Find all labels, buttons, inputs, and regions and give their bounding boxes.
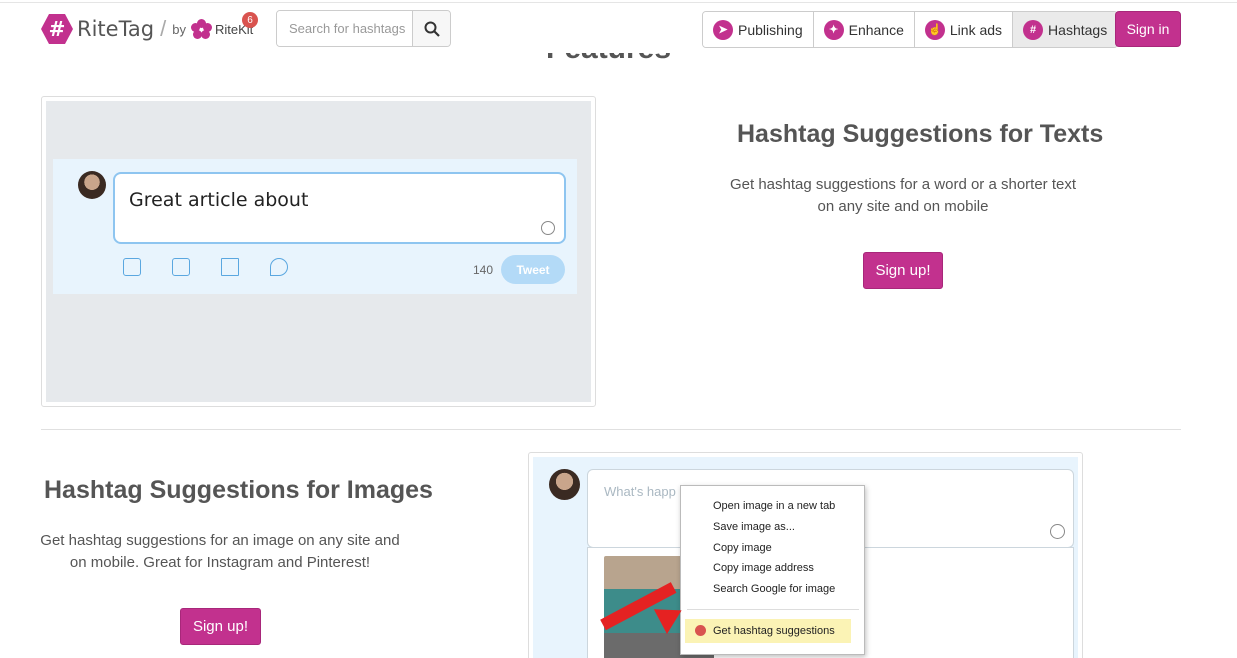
section1-signup-button[interactable]: Sign up! bbox=[863, 252, 943, 289]
context-menu: Open image in a new tab Save image as...… bbox=[680, 485, 865, 655]
hashtag-search bbox=[276, 10, 451, 47]
nav-hashtags[interactable]: # Hashtags bbox=[1013, 12, 1118, 47]
menu-copy-image-address: Copy image address bbox=[713, 562, 814, 574]
search-input[interactable] bbox=[277, 11, 412, 46]
magic-wand-icon: ✦ bbox=[823, 19, 844, 40]
search-button[interactable] bbox=[412, 11, 450, 46]
hashtag-logo-icon: # bbox=[41, 14, 73, 44]
section2-desc-line2: on mobile. Great for Instagram and Pinte… bbox=[69, 554, 371, 571]
section1-desc-line2: on any site and on mobile bbox=[817, 198, 989, 215]
menu-separator bbox=[687, 609, 859, 610]
menu-copy-image: Copy image bbox=[713, 542, 772, 554]
ritetag-small-icon bbox=[695, 625, 706, 636]
nav-label: Enhance bbox=[848, 21, 904, 38]
logo-divider: / bbox=[160, 16, 167, 41]
notification-badge[interactable]: 6 bbox=[242, 12, 258, 28]
ritetag-logo[interactable]: # RiteTag / by RiteKit bbox=[41, 12, 253, 46]
nav-label: Publishing bbox=[738, 21, 803, 38]
avatar bbox=[549, 469, 580, 500]
tweet-composer-mock: Great article about 140 Tweet bbox=[53, 159, 577, 294]
nav-label: Hashtags bbox=[1048, 21, 1108, 38]
emoji-icon bbox=[541, 221, 555, 235]
section1-title: Hashtag Suggestions for Texts bbox=[737, 120, 1104, 148]
avatar bbox=[78, 171, 106, 199]
composer-field: Great article about bbox=[113, 172, 566, 244]
top-navbar: # RiteTag / by RiteKit 6 ➤ Publishing ✦ … bbox=[0, 2, 1237, 53]
nav-publishing[interactable]: ➤ Publishing bbox=[703, 12, 814, 47]
section2-description: Get hashtag suggestions for an image on … bbox=[30, 530, 410, 574]
section2-desc-line1: Get hashtag suggestions for an image on … bbox=[40, 532, 400, 549]
nav-link-ads[interactable]: ☝ Link ads bbox=[914, 12, 1014, 47]
by-label: by bbox=[172, 21, 186, 37]
section1-desc-line1: Get hashtag suggestions for a word or a … bbox=[729, 176, 1077, 193]
composer-text: Great article about bbox=[129, 189, 309, 211]
menu-get-hashtag-suggestions: Get hashtag suggestions bbox=[713, 625, 835, 637]
search-icon bbox=[424, 21, 440, 37]
image-suggestion-screenshot: What's happ Open image in a new tab Save… bbox=[528, 452, 1083, 658]
char-count: 140 bbox=[473, 263, 494, 277]
sign-in-button[interactable]: Sign in bbox=[1115, 11, 1181, 47]
composer-placeholder: What's happ bbox=[604, 484, 676, 499]
hashtag-icon: # bbox=[1023, 19, 1044, 40]
logo-text: RiteTag bbox=[77, 17, 155, 41]
poll-icon bbox=[221, 258, 239, 276]
section1-description: Get hashtag suggestions for a word or a … bbox=[700, 174, 1106, 218]
section2-signup-button[interactable]: Sign up! bbox=[180, 608, 261, 645]
text-suggestion-screenshot: Great article about 140 Tweet bbox=[41, 96, 596, 407]
emoji-icon bbox=[1050, 524, 1065, 539]
section-divider bbox=[41, 429, 1181, 430]
location-icon bbox=[270, 258, 288, 276]
main-nav: ➤ Publishing ✦ Enhance ☝ Link ads # Hash… bbox=[702, 11, 1119, 48]
ritekit-flower-icon bbox=[191, 19, 212, 39]
screenshot-backdrop: What's happ Open image in a new tab Save… bbox=[533, 457, 1078, 658]
nav-label: Link ads bbox=[949, 21, 1003, 38]
tweet-button: Tweet bbox=[501, 255, 565, 284]
image-icon bbox=[123, 258, 141, 276]
menu-open-image: Open image in a new tab bbox=[713, 500, 836, 512]
tweet-toolbar bbox=[123, 258, 288, 276]
paper-plane-icon: ➤ bbox=[713, 19, 733, 40]
screenshot-backdrop: Great article about 140 Tweet bbox=[46, 101, 591, 402]
nav-enhance[interactable]: ✦ Enhance bbox=[813, 12, 915, 47]
menu-search-google: Search Google for image bbox=[713, 583, 836, 595]
menu-save-image: Save image as... bbox=[713, 521, 795, 533]
section2-title: Hashtag Suggestions for Images bbox=[44, 476, 433, 504]
hand-pointer-icon: ☝ bbox=[924, 19, 945, 40]
gif-icon bbox=[172, 258, 190, 276]
